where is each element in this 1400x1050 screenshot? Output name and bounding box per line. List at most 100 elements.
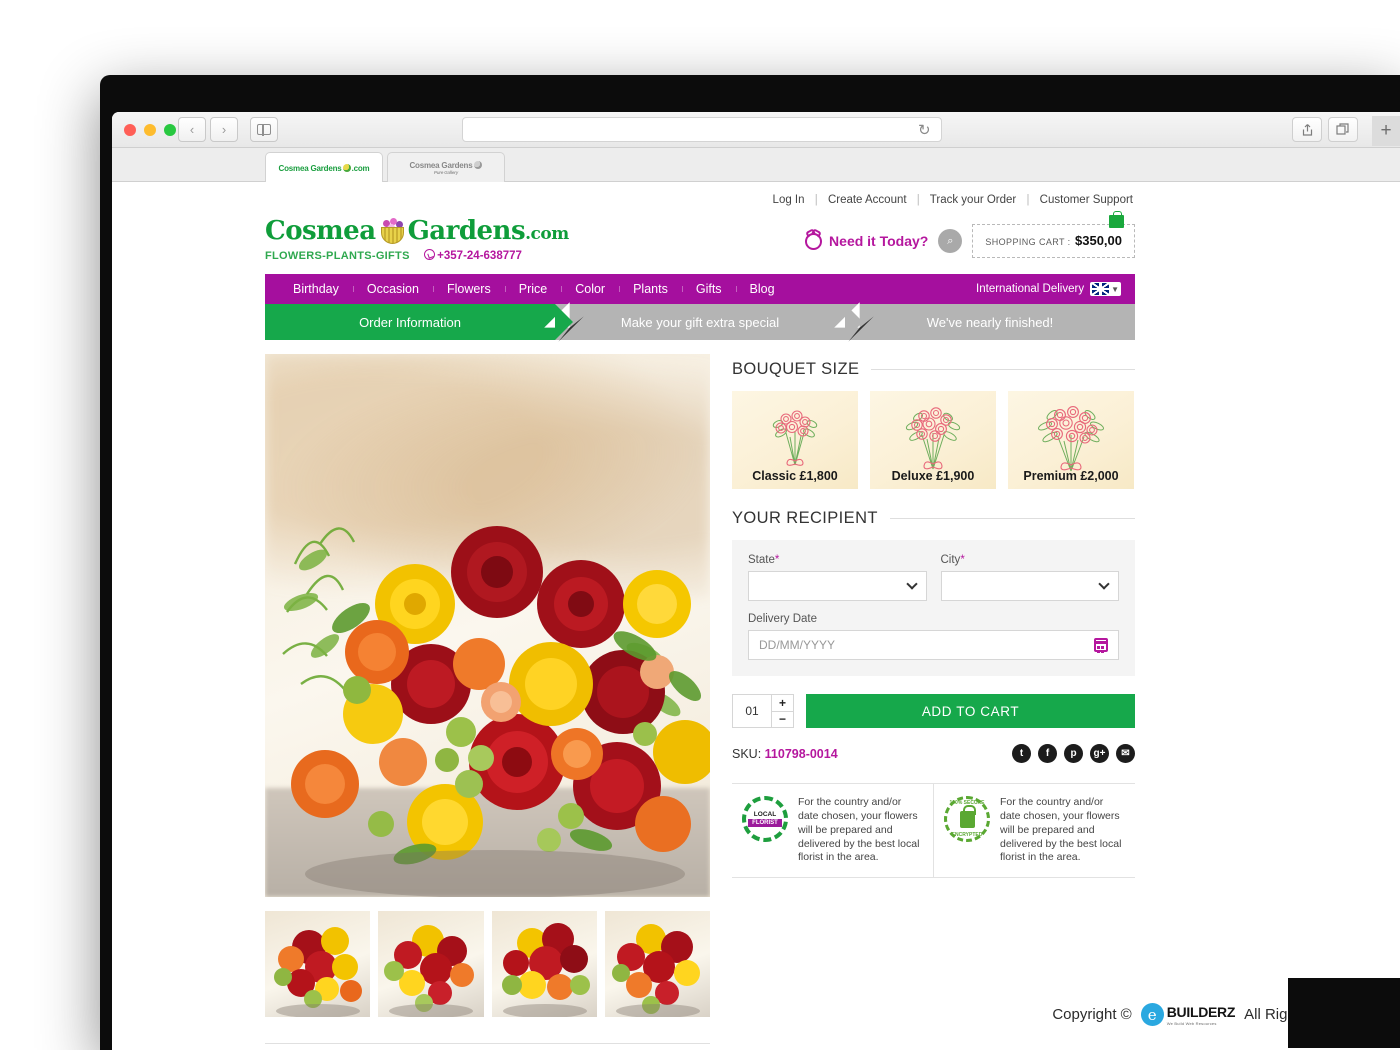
nav-item-flowers[interactable]: Flowers <box>432 282 505 296</box>
screenshot-stage: ‹ › ↻ + Cosmea Gardens .com Cosmea Garde… <box>0 0 1400 1050</box>
utility-link-track-order[interactable]: Track your Order <box>930 194 1016 206</box>
twitter-icon[interactable]: t <box>1012 744 1031 763</box>
chevron-down-icon: ▼ <box>1111 284 1119 294</box>
site-logo[interactable]: Cosmea Gardens.com FLOWERS-PLANTS-GIFTS +… <box>265 216 569 264</box>
step-order-information[interactable]: Order Information <box>265 304 573 340</box>
email-icon[interactable]: ✉ <box>1116 744 1135 763</box>
thumbnail-2[interactable] <box>378 911 484 1017</box>
search-icon[interactable]: ⌕ <box>938 229 963 253</box>
step-make-gift-special[interactable]: Make your gift extra special <box>544 302 863 342</box>
share-icon[interactable] <box>1292 117 1322 142</box>
quantity-increment-button[interactable]: + <box>772 695 793 711</box>
bouquet-size-header: BOUQUET SIZE <box>732 360 1135 379</box>
utility-link-create-account[interactable]: Create Account <box>828 194 907 206</box>
bouquet-sketch-small <box>772 410 818 466</box>
step-3-label: We've nearly finished! <box>926 314 1054 330</box>
nav-item-plants[interactable]: Plants <box>619 282 682 296</box>
window-controls[interactable] <box>124 124 176 136</box>
forward-icon[interactable]: › <box>210 117 238 142</box>
product-options: BOUQUET SIZE Classic £1,800 Deluxe £1,90… <box>732 354 1135 1044</box>
facebook-icon[interactable]: f <box>1038 744 1057 763</box>
product-body: BOUQUET SIZE Classic £1,800 Deluxe £1,90… <box>265 354 1135 1044</box>
thumbnail-3[interactable] <box>491 911 597 1017</box>
address-bar[interactable] <box>462 117 942 142</box>
minimize-window-button[interactable] <box>144 124 156 136</box>
pinterest-icon[interactable]: p <box>1064 744 1083 763</box>
new-tab-button[interactable]: + <box>1372 116 1400 146</box>
product-main-image[interactable] <box>265 354 710 897</box>
recipient-form: State* City* Delivery Date DD/MM/YYYY <box>732 540 1135 676</box>
thumbnail-strip <box>265 911 710 1017</box>
bouquet-sketch-large <box>1038 406 1104 472</box>
google-plus-icon[interactable]: g+ <box>1090 744 1109 763</box>
browser-window: ‹ › ↻ + Cosmea Gardens .com Cosmea Garde… <box>112 112 1400 1050</box>
bouquet-option-premium-label: Premium £2,000 <box>1023 469 1119 483</box>
nav-item-birthday[interactable]: Birthday <box>279 282 353 296</box>
utility-nav: Log In | Create Account | Track your Ord… <box>265 182 1135 216</box>
quantity-value[interactable]: 01 <box>733 695 771 727</box>
bouquet-option-premium[interactable]: Premium £2,000 <box>1008 391 1134 489</box>
quantity-decrement-button[interactable]: − <box>772 710 793 728</box>
nav-item-blog[interactable]: Blog <box>735 282 789 296</box>
country-flag-dropdown[interactable]: ▼ <box>1090 282 1121 296</box>
add-to-cart-button[interactable]: ADD TO CART <box>806 694 1135 728</box>
badge-line-1: LOCAL <box>753 811 777 818</box>
state-select[interactable] <box>748 571 927 601</box>
step-nearly-finished[interactable]: We've nearly finished! <box>834 302 1135 342</box>
cart-total: $350,00 <box>1075 233 1122 248</box>
tab-2-label: Cosmea Gardens Pure Gallery <box>409 161 482 175</box>
section-rule <box>871 369 1135 370</box>
thumbnail-1[interactable] <box>265 911 371 1017</box>
bouquet-option-classic[interactable]: Classic £1,800 <box>732 391 858 489</box>
back-icon[interactable]: ‹ <box>178 117 206 142</box>
bouquet-option-deluxe[interactable]: Deluxe £1,900 <box>870 391 996 489</box>
city-label: City* <box>940 554 965 566</box>
international-delivery-selector[interactable]: International Delivery ▼ <box>976 282 1121 296</box>
bouquet-size-options: Classic £1,800 Deluxe £1,900 Premium £2,… <box>732 391 1135 489</box>
reload-icon[interactable]: ↻ <box>918 121 931 139</box>
thumbnail-4[interactable] <box>604 911 710 1017</box>
nav-item-color[interactable]: Color <box>561 282 619 296</box>
sidebar-icon[interactable] <box>250 117 278 142</box>
nav-item-price[interactable]: Price <box>504 282 561 296</box>
lock-icon <box>959 804 976 828</box>
close-window-button[interactable] <box>124 124 136 136</box>
trust-badge-secure: 100% SECURE ENCRYPTED For the country an… <box>933 784 1135 878</box>
badge-line-2: ENCRYPTED <box>951 832 983 838</box>
utility-link-login[interactable]: Log In <box>773 194 805 206</box>
city-select[interactable] <box>940 571 1119 601</box>
main-navigation: Birthday Occasion Flowers Price Color Pl… <box>265 274 1135 304</box>
step-2-label: Make your gift extra special <box>620 314 780 330</box>
logo-part-2: Gardens <box>407 216 526 246</box>
shopping-cart-button[interactable]: SHOPPING CART : $350,00 <box>972 211 1135 258</box>
delivery-date-input[interactable]: DD/MM/YYYY <box>748 630 1119 660</box>
utility-link-customer-support[interactable]: Customer Support <box>1040 194 1133 206</box>
browser-tab-2[interactable]: Cosmea Gardens Pure Gallery <box>387 152 505 183</box>
nav-item-gifts[interactable]: Gifts <box>681 282 736 296</box>
logo-dotcom: .com <box>525 224 569 244</box>
checkout-steps: Order Information Make your gift extra s… <box>265 302 1135 342</box>
ebuilderz-logo[interactable]: e BUILDERZ We Build Web Resources <box>1140 1003 1235 1026</box>
header-actions: Need it Today? ⌕ SHOPPING CART : $350,00 <box>805 211 1135 258</box>
quantity-stepper[interactable]: 01 + − <box>732 694 794 728</box>
city-field-group: City* <box>940 554 1119 601</box>
logo-wordmark: Cosmea Gardens.com <box>265 216 569 246</box>
nav-separator: | <box>1026 194 1030 206</box>
logo-tagline: FLOWERS-PLANTS-GIFTS <box>265 250 410 262</box>
tab-strip: Cosmea Gardens .com Cosmea Gardens Pure G… <box>112 148 1400 183</box>
tabs-overview-icon[interactable] <box>1328 117 1358 142</box>
uk-flag-icon <box>1092 283 1110 295</box>
browser-tab-1[interactable]: Cosmea Gardens .com <box>265 152 383 183</box>
local-florist-badge-icon: LOCAL FLORIST <box>742 796 788 842</box>
logo-phone[interactable]: +357-24-638777 <box>424 249 522 262</box>
state-city-row: State* City* <box>748 554 1119 601</box>
web-page: Log In | Create Account | Track your Ord… <box>112 182 1400 1048</box>
recipient-header: YOUR RECIPIENT <box>732 509 1135 528</box>
calendar-icon[interactable] <box>1094 638 1108 652</box>
nav-item-occasion[interactable]: Occasion <box>352 282 433 296</box>
frame-corner-overlay <box>1288 978 1400 1048</box>
phone-icon <box>424 249 436 260</box>
delivery-date-placeholder: DD/MM/YYYY <box>759 638 836 652</box>
maximize-window-button[interactable] <box>164 124 176 136</box>
need-it-today-link[interactable]: Need it Today? <box>805 232 928 250</box>
